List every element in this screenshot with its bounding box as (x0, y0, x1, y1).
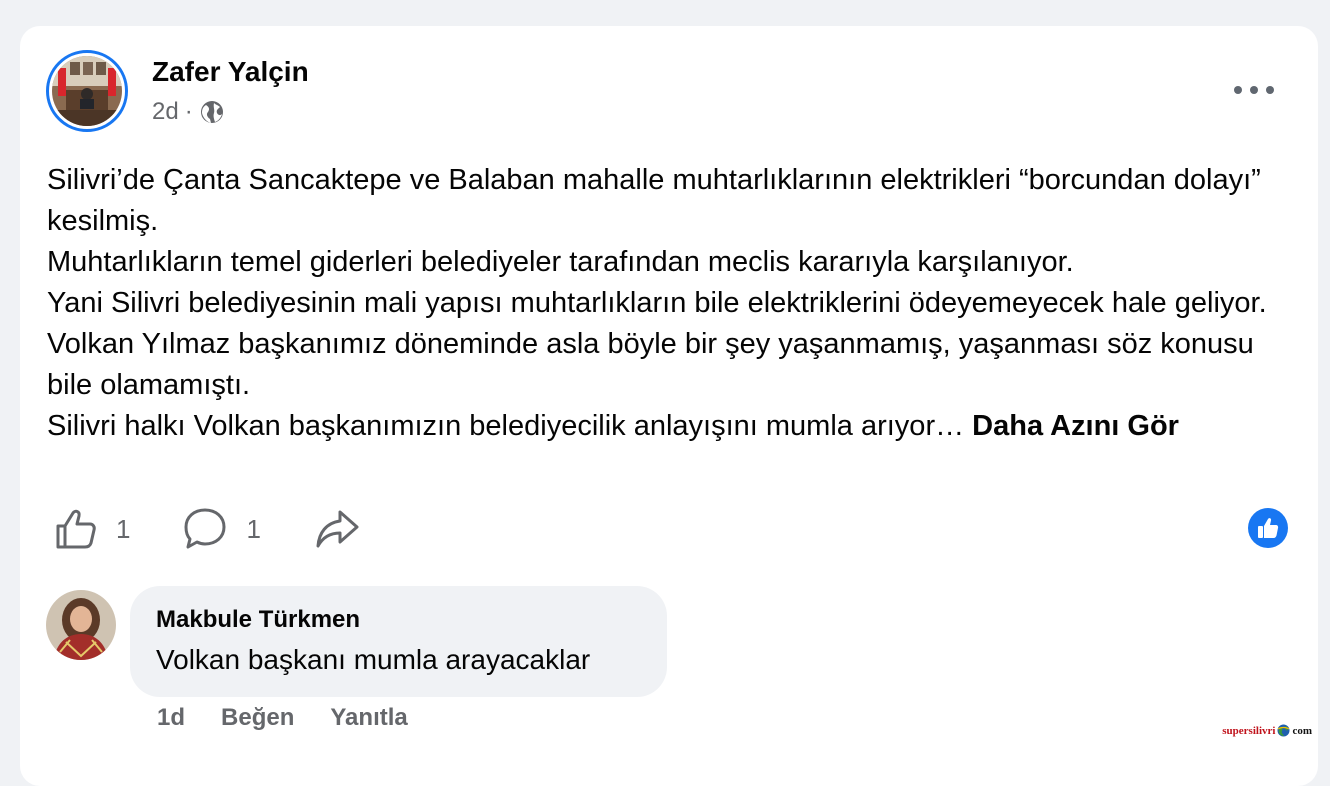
comment-bubble: Makbule Türkmen Volkan başkanı mumla ara… (130, 586, 667, 697)
more-dot-icon (1266, 86, 1274, 94)
share-button[interactable] (313, 507, 361, 551)
more-dot-icon (1250, 86, 1258, 94)
commenter-avatar[interactable] (46, 590, 116, 660)
post-paragraph: Volkan Yılmaz başkanımız döneminde asla … (47, 328, 1254, 401)
thumbs-up-icon (56, 509, 96, 549)
comment-text: Volkan başkanı mumla arayacaklar (156, 644, 591, 675)
post-paragraph-last: Silivri halkı Volkan başkanımızın beledi… (47, 406, 1297, 447)
share-arrow-icon (316, 510, 359, 548)
post-paragraph: Muhtarlıkların temel giderleri belediyel… (47, 246, 1074, 278)
like-count: 1 (116, 513, 131, 544)
comment-author[interactable]: Makbule Türkmen (156, 606, 641, 634)
comment-button[interactable]: 1 (182, 506, 261, 552)
author-name[interactable]: Zafer Yalçin (152, 56, 309, 88)
post-paragraph: Silivri halkı Volkan başkanımızın beledi… (47, 410, 965, 442)
comment-timestamp[interactable]: 1d (157, 704, 185, 732)
post-paragraph: Yani Silivri belediyesinin mali yapısı m… (47, 287, 1267, 319)
comment-reply-button[interactable]: Yanıtla (330, 704, 407, 732)
comment-bubble-icon (184, 508, 226, 549)
thumbs-up-icon (1258, 518, 1279, 538)
watermark-tld: com (1292, 724, 1312, 737)
watermark-brand: supersilivri (1222, 724, 1276, 737)
reaction-like-badge[interactable] (1248, 508, 1288, 548)
commenter-avatar-image (46, 590, 116, 660)
globe-icon[interactable] (199, 99, 225, 125)
meta-separator: · (184, 98, 193, 125)
post-body: Silivri’de Çanta Sancaktepe ve Balaban m… (47, 160, 1297, 447)
author-avatar[interactable] (46, 50, 128, 132)
post-card: Zafer Yalçin 2d · Silivri’de Çanta Sanca… (20, 26, 1318, 786)
author-avatar-image (52, 56, 122, 126)
more-dot-icon (1234, 86, 1242, 94)
comment-count: 1 (246, 513, 261, 544)
watermark: supersilivri com (1222, 724, 1312, 737)
like-button[interactable]: 1 (54, 507, 130, 551)
watermark-globe-icon (1277, 724, 1290, 737)
post-actions: 1 1 (54, 506, 361, 552)
see-less-link[interactable]: Daha Azını Gör (972, 410, 1179, 442)
post-meta: 2d · (152, 98, 225, 126)
post-paragraph: Silivri’de Çanta Sancaktepe ve Balaban m… (47, 164, 1261, 237)
comment-like-button[interactable]: Beğen (221, 704, 294, 732)
post-timestamp[interactable]: 2d (152, 98, 179, 126)
more-options-button[interactable] (1234, 82, 1274, 98)
comment-meta: 1d Beğen Yanıtla (157, 704, 444, 732)
